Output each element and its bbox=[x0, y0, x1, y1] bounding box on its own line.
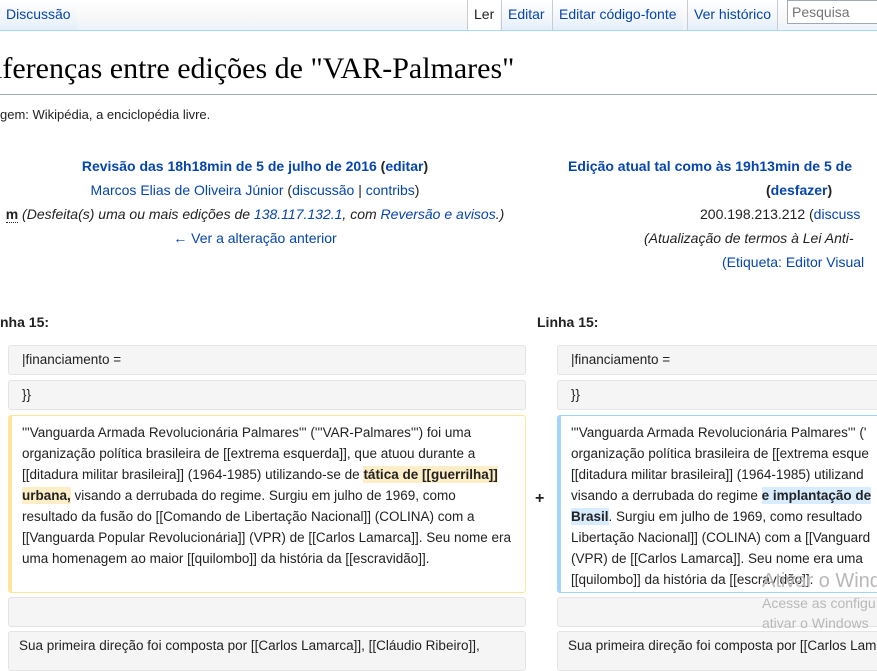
previous-diff-link[interactable]: ← Ver a alteração anterior bbox=[173, 230, 336, 246]
old-edit-summary: (Desfeita(s) uma ou mais edições de 138.… bbox=[22, 206, 505, 222]
old-contribs-link[interactable]: contribs bbox=[366, 182, 415, 198]
new-context-row-1: |financiamento = bbox=[557, 345, 877, 375]
minor-edit-flag: m bbox=[5, 206, 19, 223]
new-line-number: Linha 15: bbox=[537, 314, 599, 330]
search-input[interactable] bbox=[787, 0, 877, 24]
site-origin: gem: Wikipédia, a enciclopédia livre. bbox=[0, 107, 211, 122]
old-revision-link[interactable]: Revisão das 18h18min de 5 de julho de 20… bbox=[82, 158, 377, 174]
tab-discussion[interactable]: Discussão bbox=[0, 0, 77, 30]
old-edit-link[interactable]: editar bbox=[385, 158, 423, 174]
top-tab-bar: Discussão Ler Editar Editar código-fonte… bbox=[0, 0, 877, 30]
new-added-paragraph: '''Vanguarda Armada Revolucionária Palma… bbox=[557, 415, 877, 593]
new-user-ip[interactable]: 200.198.213.212 bbox=[700, 206, 805, 222]
tab-edit-source[interactable]: Editar código-fonte bbox=[552, 0, 683, 30]
page-title: iferenças entre edições de "VAR-Palmares… bbox=[0, 52, 515, 85]
diff-change-marker: + bbox=[535, 490, 545, 507]
added-text-continued: Brasil bbox=[571, 508, 609, 525]
summary-revert-link[interactable]: Reversão e avisos bbox=[381, 206, 496, 222]
summary-ip-link[interactable]: 138.117.132.1 bbox=[254, 206, 343, 222]
tab-edit[interactable]: Editar bbox=[501, 0, 551, 30]
new-talk-link[interactable]: discuss bbox=[814, 206, 861, 222]
tab-history[interactable]: Ver histórico bbox=[687, 0, 779, 30]
title-divider bbox=[0, 94, 877, 95]
visual-editor-tag-link[interactable]: Editor Visual bbox=[786, 254, 864, 270]
old-user-link[interactable]: Marcos Elias de Oliveira Júnior bbox=[91, 182, 284, 198]
old-revision-header: Revisão das 18h18min de 5 de julho de 20… bbox=[5, 158, 505, 246]
old-talk-link[interactable]: discussão bbox=[292, 182, 354, 198]
old-context-row-2: }} bbox=[8, 380, 526, 410]
edit-tag: (Etiqueta: Editor Visual bbox=[722, 254, 865, 270]
undo-link[interactable]: desfazer bbox=[771, 182, 828, 198]
new-revision-link[interactable]: Edição atual tal como às 19h13min de 5 d… bbox=[568, 158, 852, 174]
old-empty-row bbox=[8, 597, 526, 627]
new-revision-header: Edição atual tal como às 19h13min de 5 d… bbox=[568, 158, 865, 270]
added-text: e implantação de bbox=[761, 487, 872, 504]
new-context-row-last: Sua primeira direção foi composta por [[… bbox=[557, 631, 877, 671]
new-edit-summary: (Atualização de termos à Lei Anti- bbox=[644, 230, 854, 246]
tab-read[interactable]: Ler bbox=[467, 0, 501, 30]
old-context-row-1: |financiamento = bbox=[8, 345, 526, 375]
old-context-row-last: Sua primeira direção foi composta por [[… bbox=[8, 631, 526, 671]
content-border bbox=[0, 30, 877, 31]
new-context-row-2: }} bbox=[557, 380, 877, 410]
old-deleted-paragraph: '''Vanguarda Armada Revolucionária Palma… bbox=[8, 415, 526, 593]
windows-activation-watermark: Ativar o Wind Acesse as configu ativar o… bbox=[762, 570, 877, 631]
old-line-number: nha 15: bbox=[0, 314, 50, 330]
